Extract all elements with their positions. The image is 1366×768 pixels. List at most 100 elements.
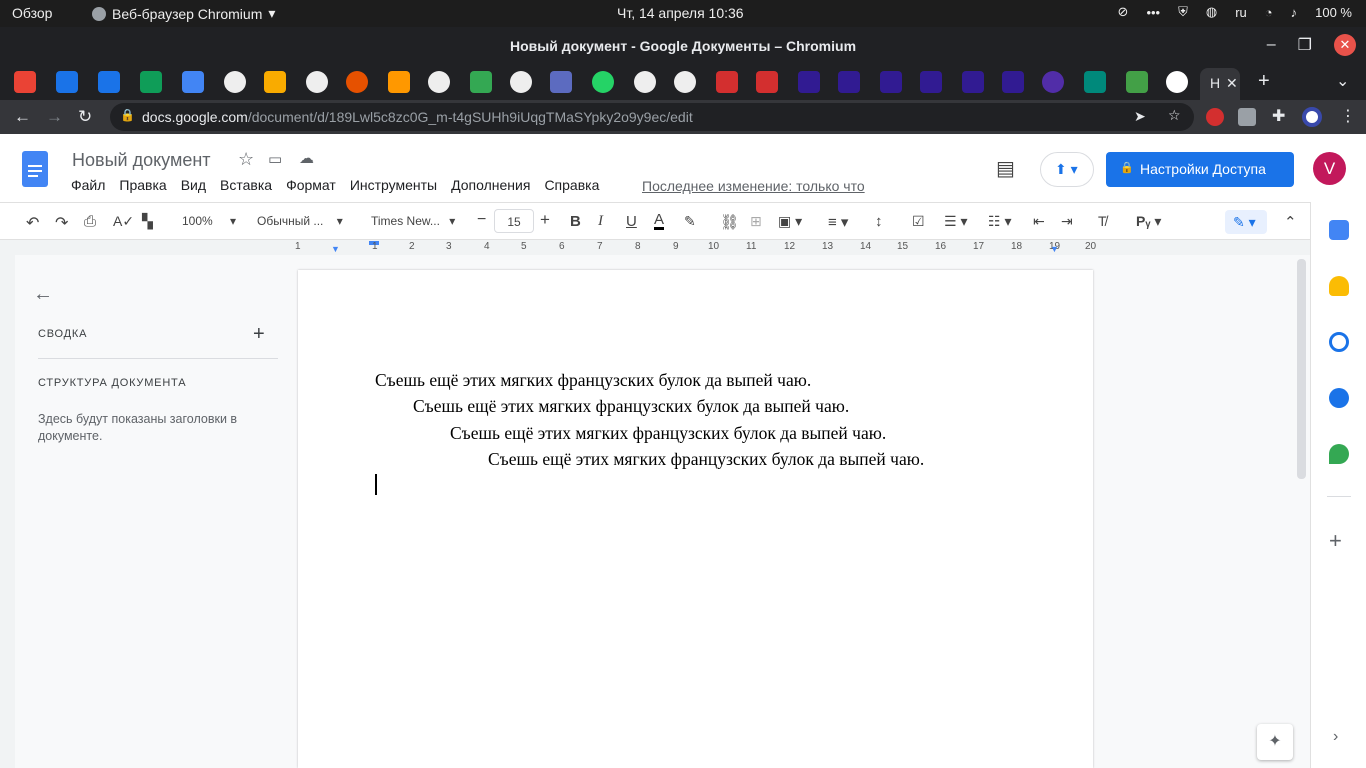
- spellcheck-icon[interactable]: A✓: [113, 213, 134, 230]
- horizontal-ruler[interactable]: 1 ▼ 1 2 3 4 5 6 7 8 9 10 11 12 13 14 15 …: [0, 240, 1310, 255]
- extension-adblock-icon[interactable]: [1206, 108, 1224, 126]
- profile-icon[interactable]: [1302, 107, 1322, 127]
- vertical-ruler[interactable]: [0, 255, 15, 768]
- maps-icon[interactable]: [1329, 444, 1349, 464]
- paint-format-icon[interactable]: ▚: [142, 213, 153, 230]
- tab-bookmark-2[interactable]: [98, 71, 120, 93]
- bookmark-star-icon[interactable]: ☆: [1168, 107, 1181, 124]
- clear-formatting-icon[interactable]: T̸: [1098, 213, 1107, 229]
- increase-indent-icon[interactable]: ⇥: [1061, 213, 1073, 230]
- tab-site-3[interactable]: [306, 71, 328, 93]
- menu-tools[interactable]: Инструменты: [350, 177, 437, 193]
- tab-gmail[interactable]: [14, 71, 36, 93]
- close-outline-icon[interactable]: ←: [33, 283, 53, 306]
- tab-site-22[interactable]: [1126, 71, 1148, 93]
- calendar-icon[interactable]: [1329, 220, 1349, 240]
- tab-site-17[interactable]: [920, 71, 942, 93]
- menu-insert[interactable]: Вставка: [220, 177, 272, 193]
- left-indent-marker-icon[interactable]: ▼: [331, 244, 340, 254]
- language-indicator[interactable]: ru: [1235, 5, 1247, 20]
- highlight-icon[interactable]: ✎: [684, 213, 696, 230]
- style-select[interactable]: Обычный ... ▾: [257, 214, 343, 228]
- activities-button[interactable]: Обзор: [12, 5, 52, 21]
- minimize-icon[interactable]: –: [1267, 36, 1276, 54]
- clock[interactable]: Чт, 14 апреля 10:36: [617, 5, 744, 21]
- tab-site-6[interactable]: [428, 71, 450, 93]
- tab-bookmark-1[interactable]: [56, 71, 78, 93]
- font-size-input[interactable]: 15: [494, 209, 534, 233]
- line-spacing-icon[interactable]: ↕: [875, 213, 883, 230]
- avatar[interactable]: V: [1313, 152, 1346, 185]
- italic-icon[interactable]: I: [598, 213, 603, 230]
- font-select[interactable]: Times New... ▾: [371, 214, 455, 228]
- text-color-icon[interactable]: A: [654, 212, 665, 230]
- checklist-icon[interactable]: ☑: [912, 213, 925, 230]
- insert-image-icon[interactable]: ▣ ▾: [778, 213, 802, 230]
- add-summary-icon[interactable]: +: [253, 323, 265, 346]
- contacts-icon[interactable]: [1329, 388, 1349, 408]
- tab-site-16[interactable]: [880, 71, 902, 93]
- system-tray[interactable]: ⊘ ••• ⛨ ◍ ru ◔ ♪ 100 %: [1118, 4, 1352, 20]
- tab-site-13[interactable]: [756, 71, 778, 93]
- print-icon[interactable]: ⎙: [84, 213, 96, 230]
- tasks-icon[interactable]: [1329, 332, 1349, 352]
- document-line[interactable]: Съешь ещё этих мягких французских булок …: [375, 370, 811, 391]
- align-icon[interactable]: ≡ ▾: [828, 213, 848, 231]
- tab-search-icon[interactable]: ⌄: [1336, 71, 1349, 91]
- tab-site-20[interactable]: [1042, 71, 1064, 93]
- zoom-select[interactable]: 100% ▾: [182, 214, 236, 228]
- tab-active[interactable]: Н ✕: [1200, 68, 1240, 100]
- tab-site-2[interactable]: [264, 71, 286, 93]
- tab-google[interactable]: [1166, 71, 1188, 93]
- tab-site-15[interactable]: [838, 71, 860, 93]
- explore-button[interactable]: ✦: [1257, 724, 1293, 760]
- tab-site-1[interactable]: [224, 71, 246, 93]
- undo-icon[interactable]: ↶: [26, 213, 39, 233]
- close-tab-icon[interactable]: ✕: [1226, 75, 1238, 92]
- cloud-status-icon[interactable]: ☁: [299, 149, 314, 167]
- underline-icon[interactable]: U: [626, 213, 637, 230]
- menu-edit[interactable]: Правка: [119, 177, 166, 193]
- tab-site-5[interactable]: [388, 71, 410, 93]
- scrollbar[interactable]: [1297, 259, 1306, 479]
- document-title[interactable]: Новый документ: [72, 150, 211, 171]
- tab-sheets[interactable]: [140, 71, 162, 93]
- docs-logo-icon[interactable]: [22, 151, 48, 187]
- forward-icon[interactable]: →: [46, 107, 63, 127]
- tab-site-12[interactable]: [716, 71, 738, 93]
- extensions-puzzle-icon[interactable]: ✚: [1272, 106, 1285, 126]
- tab-site-4[interactable]: [346, 71, 368, 93]
- send-icon[interactable]: ➤: [1134, 108, 1146, 125]
- right-indent-marker-icon[interactable]: ▼: [1050, 244, 1059, 254]
- address-bar[interactable]: 🔒 docs.google.com/document/d/189Lwl5c8zc…: [110, 103, 1194, 131]
- menu-help[interactable]: Справка: [544, 177, 599, 193]
- back-icon[interactable]: ←: [14, 107, 31, 127]
- close-icon[interactable]: ✕: [1334, 34, 1356, 56]
- tab-site-21[interactable]: [1084, 71, 1106, 93]
- decrease-indent-icon[interactable]: ⇤: [1033, 213, 1045, 230]
- font-size-increase-icon[interactable]: +: [540, 210, 550, 230]
- input-tools-icon[interactable]: Pᵧ ▾: [1136, 213, 1161, 230]
- menu-format[interactable]: Формат: [286, 177, 336, 193]
- font-size-decrease-icon[interactable]: −: [477, 211, 486, 229]
- share-button[interactable]: 🔒 Настройки Доступа: [1106, 152, 1294, 187]
- maximize-icon[interactable]: ❐: [1298, 35, 1312, 55]
- tab-site-11[interactable]: [674, 71, 696, 93]
- menu-file[interactable]: Файл: [71, 177, 105, 193]
- get-addons-icon[interactable]: +: [1329, 528, 1342, 554]
- last-edit-link[interactable]: Последнее изменение: только что: [642, 178, 865, 194]
- redo-icon[interactable]: ↷: [55, 213, 68, 233]
- tab-whatsapp[interactable]: [592, 71, 614, 93]
- document-line[interactable]: Съешь ещё этих мягких французских булок …: [488, 449, 924, 470]
- keep-icon[interactable]: [1329, 276, 1349, 296]
- document-page[interactable]: Съешь ещё этих мягких французских булок …: [298, 270, 1093, 768]
- tab-site-14[interactable]: [798, 71, 820, 93]
- collapse-menus-icon[interactable]: ⌃: [1284, 213, 1297, 231]
- app-menu[interactable]: Веб-браузер Chromium ▾: [92, 5, 275, 22]
- reload-icon[interactable]: ↻: [78, 107, 92, 127]
- editing-mode-button[interactable]: ✎ ▾: [1225, 210, 1267, 234]
- bold-icon[interactable]: B: [570, 213, 581, 230]
- extension-2-icon[interactable]: [1238, 108, 1256, 126]
- tab-site-8[interactable]: [510, 71, 532, 93]
- link-icon[interactable]: ⛓: [720, 213, 739, 231]
